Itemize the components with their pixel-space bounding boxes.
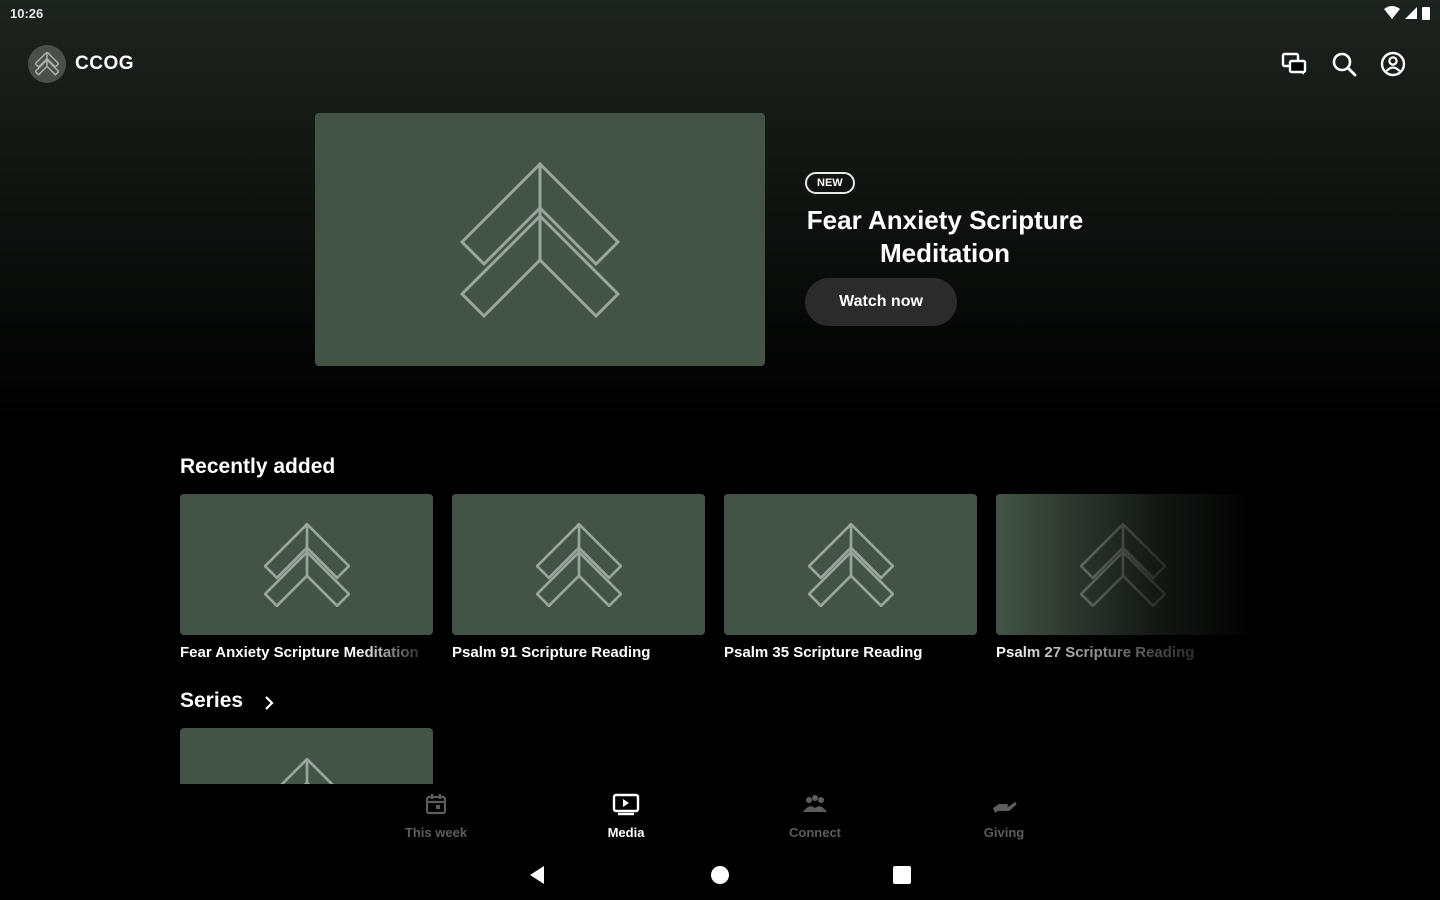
new-badge: NEW	[805, 172, 855, 194]
chat-icon	[1281, 52, 1307, 75]
media-title: Psalm 27 Scripture Reading	[996, 644, 1195, 661]
chevron-logo-icon	[1079, 522, 1166, 607]
recently-added-title: Recently added	[180, 455, 336, 478]
cell-signal-icon	[1405, 7, 1417, 19]
system-navigation	[0, 850, 1440, 900]
app-logo[interactable]	[28, 45, 66, 83]
back-triangle-icon	[530, 866, 544, 884]
nav-label: Media	[607, 825, 645, 840]
status-time: 10:26	[10, 6, 44, 21]
search-button[interactable]	[1330, 50, 1358, 78]
recents-button[interactable]	[891, 864, 913, 886]
people-icon	[803, 795, 827, 812]
media-thumbnail	[724, 494, 977, 635]
giving-hand-icon	[993, 802, 1017, 813]
nav-label: This week	[404, 825, 468, 840]
media-card[interactable]: Psalm 27 Scripture Reading	[996, 494, 1249, 661]
calendar-icon	[425, 794, 447, 815]
chevron-logo-icon	[279, 758, 334, 784]
nav-giving[interactable]: Giving	[944, 792, 1064, 840]
app-name: CCOG	[75, 53, 134, 74]
account-button[interactable]	[1379, 50, 1407, 78]
status-bar: 10:26	[0, 0, 1440, 28]
media-thumbnail	[996, 494, 1249, 635]
recents-square-icon	[893, 866, 911, 884]
series-title[interactable]: Series	[180, 689, 243, 713]
hero-title: Fear Anxiety Scripture Meditation	[806, 205, 1084, 268]
home-button[interactable]	[709, 864, 731, 886]
chevron-logo-icon	[35, 52, 59, 76]
media-title: Fear Anxiety Scripture Meditation	[180, 644, 419, 661]
media-title: Psalm 35 Scripture Reading	[724, 644, 923, 661]
series-card[interactable]	[180, 728, 433, 784]
nav-connect[interactable]: Connect	[755, 792, 875, 840]
nav-label: Connect	[789, 825, 841, 840]
app-bar: CCOG	[0, 40, 1440, 88]
media-card[interactable]: Psalm 91 Scripture Reading	[452, 494, 705, 661]
status-icons	[1384, 6, 1430, 20]
media-card[interactable]: Fear Anxiety Scripture Meditation	[180, 494, 433, 661]
media-card[interactable]: Psalm 35 Scripture Reading	[724, 494, 977, 661]
account-icon	[1380, 51, 1406, 77]
watch-now-button[interactable]: Watch now	[805, 278, 957, 326]
hero-thumbnail[interactable]	[315, 113, 765, 366]
media-thumbnail	[180, 494, 433, 635]
chevron-logo-icon	[807, 522, 894, 607]
play-screen-icon	[612, 793, 640, 816]
media-title: Psalm 91 Scripture Reading	[452, 644, 651, 661]
chevron-right-icon[interactable]	[262, 694, 276, 712]
home-circle-icon	[711, 866, 729, 884]
wifi-icon	[1384, 6, 1400, 19]
media-thumbnail	[452, 494, 705, 635]
nav-media[interactable]: Media	[566, 792, 686, 840]
chevron-logo-icon	[535, 522, 622, 607]
chevron-logo-icon	[460, 161, 620, 318]
search-icon	[1332, 52, 1357, 77]
back-button[interactable]	[526, 864, 548, 886]
nav-this-week[interactable]: This week	[376, 792, 496, 840]
chat-button[interactable]	[1280, 50, 1308, 78]
nav-label: Giving	[983, 825, 1025, 840]
chevron-logo-icon	[263, 522, 350, 607]
battery-icon	[1422, 7, 1430, 20]
bottom-navigation: This week Media Connect Giving	[0, 784, 1440, 850]
